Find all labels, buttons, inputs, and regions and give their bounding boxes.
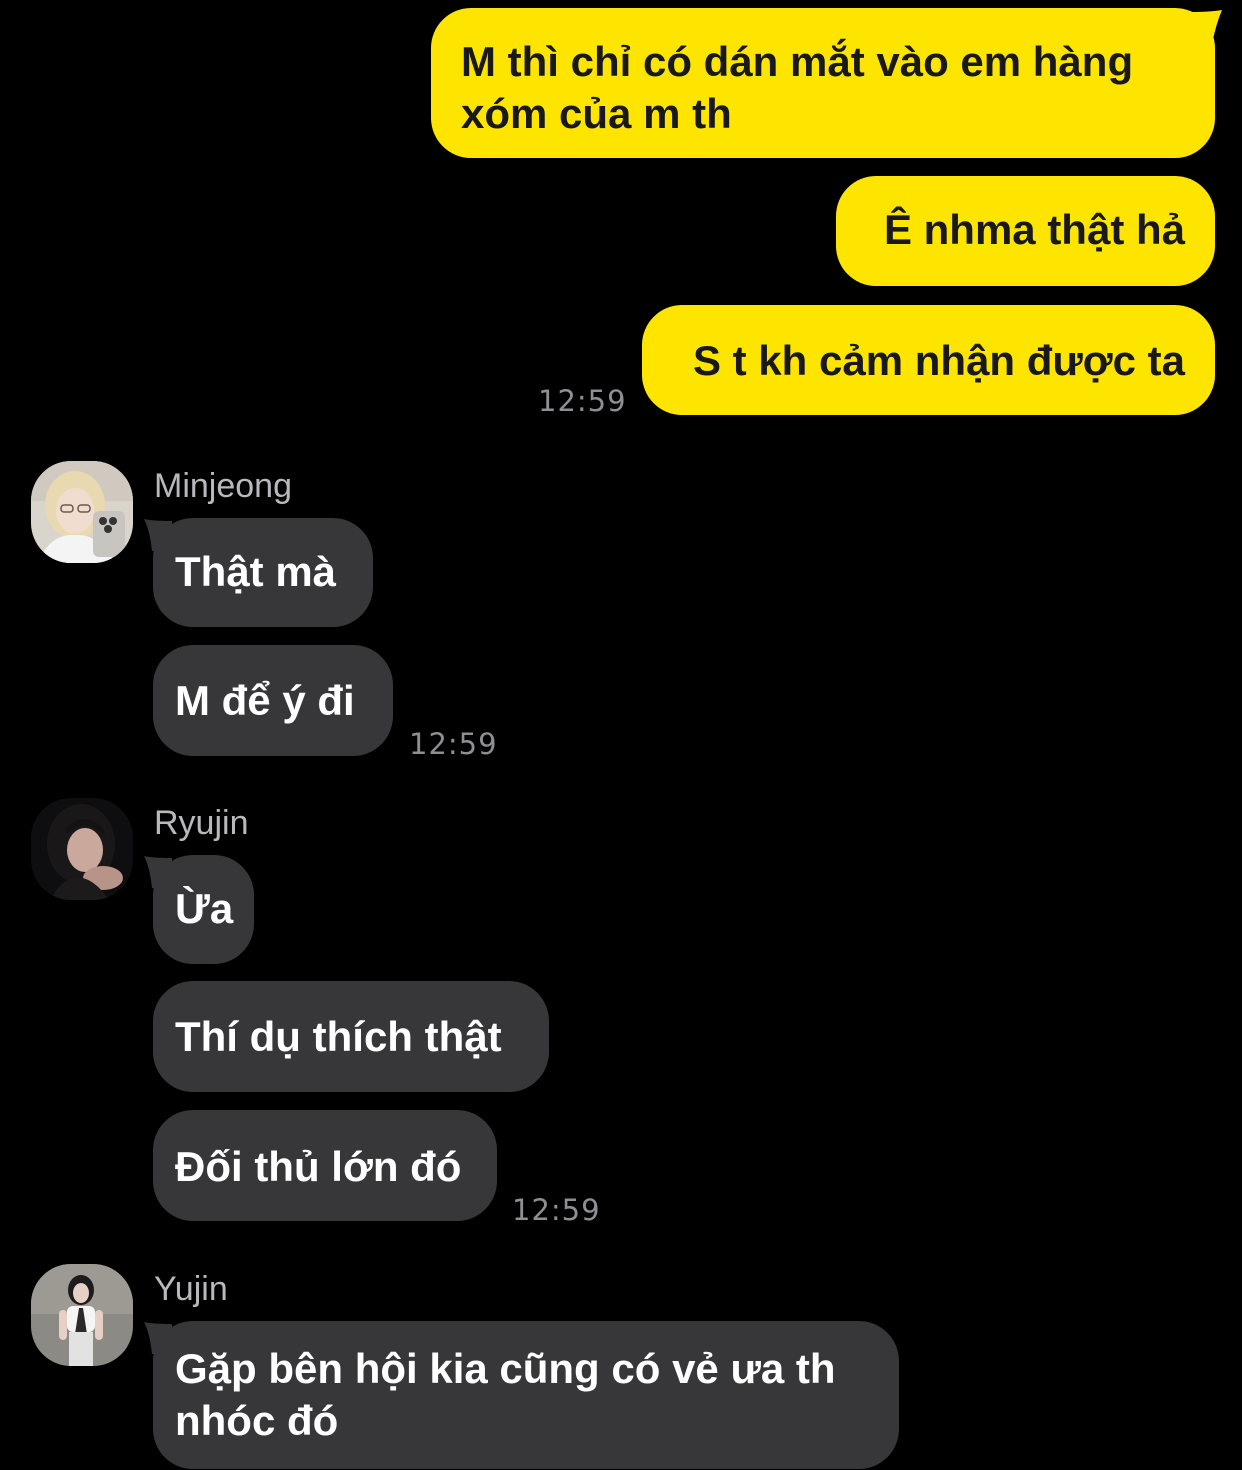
message-timestamp: 12:59 bbox=[409, 727, 498, 761]
sender-avatar[interactable] bbox=[31, 798, 133, 900]
message-text: Đối thủ lớn đó bbox=[175, 1143, 462, 1190]
sender-avatar[interactable] bbox=[31, 1264, 133, 1366]
incoming-message[interactable]: Đối thủ lớn đó bbox=[153, 1110, 497, 1221]
incoming-message[interactable]: M để ý đi bbox=[153, 645, 393, 756]
sender-avatar[interactable] bbox=[31, 461, 133, 563]
message-text: Ê nhma thật hả bbox=[883, 206, 1185, 253]
message-text: Thí dụ thích thật bbox=[175, 1013, 502, 1060]
outgoing-message[interactable]: M thì chỉ có dán mắt vào em hàng xóm của… bbox=[431, 8, 1215, 158]
outgoing-message[interactable]: Ê nhma thật hả bbox=[836, 176, 1215, 286]
message-text: Ừa bbox=[175, 885, 234, 932]
avatar-photo-blonde-icon bbox=[31, 461, 133, 563]
incoming-message[interactable]: Thật mà bbox=[153, 518, 373, 627]
incoming-message[interactable]: Thí dụ thích thật bbox=[153, 981, 549, 1092]
avatar-photo-dark-hair-icon bbox=[31, 798, 133, 900]
avatar-photo-standing-icon bbox=[31, 1264, 133, 1366]
sender-name: Minjeong bbox=[154, 467, 292, 505]
message-timestamp: 12:59 bbox=[538, 384, 627, 418]
incoming-message[interactable]: Ừa bbox=[153, 855, 254, 964]
sender-name: Yujin bbox=[154, 1270, 228, 1308]
incoming-message[interactable]: Gặp bên hội kia cũng có vẻ ưa th nhóc đó bbox=[153, 1321, 899, 1469]
message-text: Gặp bên hội kia cũng có vẻ ưa th nhóc đó bbox=[175, 1345, 836, 1444]
message-text: S t kh cảm nhận được ta bbox=[692, 337, 1185, 384]
outgoing-message[interactable]: S t kh cảm nhận được ta bbox=[642, 305, 1215, 415]
message-timestamp: 12:59 bbox=[512, 1193, 601, 1227]
message-text: M thì chỉ có dán mắt vào em hàng xóm của… bbox=[461, 38, 1134, 137]
message-text: Thật mà bbox=[175, 548, 337, 595]
message-text: M để ý đi bbox=[175, 677, 355, 724]
sender-name: Ryujin bbox=[154, 804, 249, 842]
